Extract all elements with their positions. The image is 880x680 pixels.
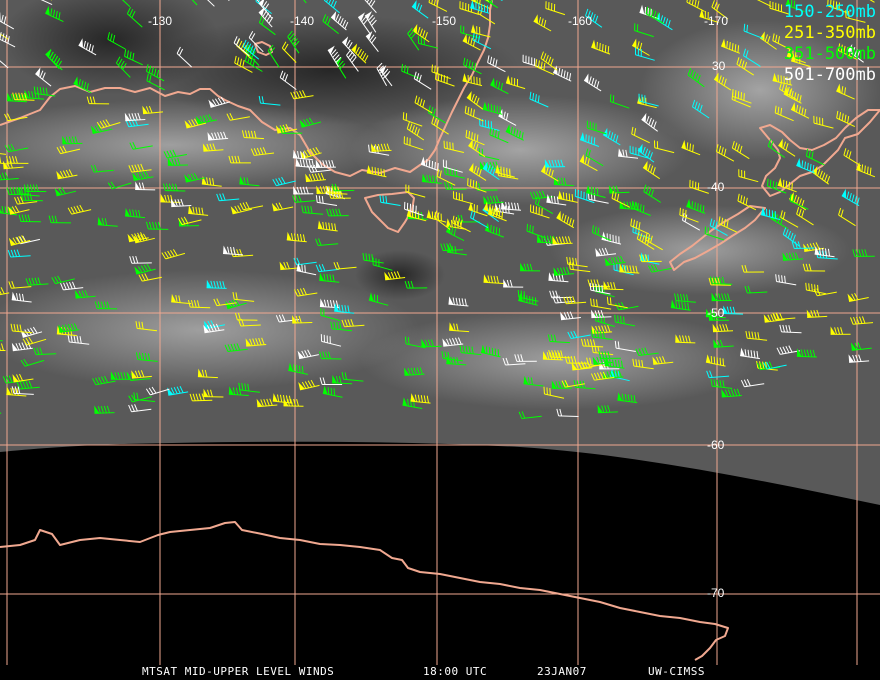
- legend-item-351-500: 351-500mb: [783, 44, 876, 64]
- lon-label-140: -140: [290, 14, 315, 28]
- lon-label-150: -150: [432, 14, 457, 28]
- coast-antarctica: [0, 521, 729, 661]
- pressure-legend: 150-250mb 251-350mb 351-500mb 501-700mb: [784, 2, 876, 86]
- caption-source: UW-CIMSS: [648, 665, 705, 678]
- water-vapor-imagery: [0, 0, 880, 505]
- lat-label-60: -60: [707, 438, 725, 452]
- dark-swirl: [355, 250, 445, 300]
- legend-item-150-250: 150-250mb: [783, 2, 876, 22]
- lat-label-50: -50: [707, 306, 725, 320]
- lon-label-130: -130: [148, 14, 173, 28]
- caption-time: 18:00 UTC: [423, 665, 488, 678]
- lon-label-170: -170: [704, 14, 729, 28]
- caption-product: MTSAT MID-UPPER LEVEL WINDS: [142, 665, 335, 678]
- legend-item-251-350: 251-350mb: [783, 23, 876, 43]
- lat-label-30: 30: [712, 59, 726, 73]
- map-canvas: [0, 0, 880, 665]
- lat-label-70: -70: [707, 586, 725, 600]
- lat-label-40: -40: [707, 180, 725, 194]
- lon-label-160: -160: [568, 14, 593, 28]
- legend-item-501-700: 501-700mb: [783, 65, 876, 85]
- caption-date: 23JAN07: [537, 665, 587, 678]
- satellite-wind-map: 150-250mb 251-350mb 351-500mb 501-700mb …: [0, 0, 880, 680]
